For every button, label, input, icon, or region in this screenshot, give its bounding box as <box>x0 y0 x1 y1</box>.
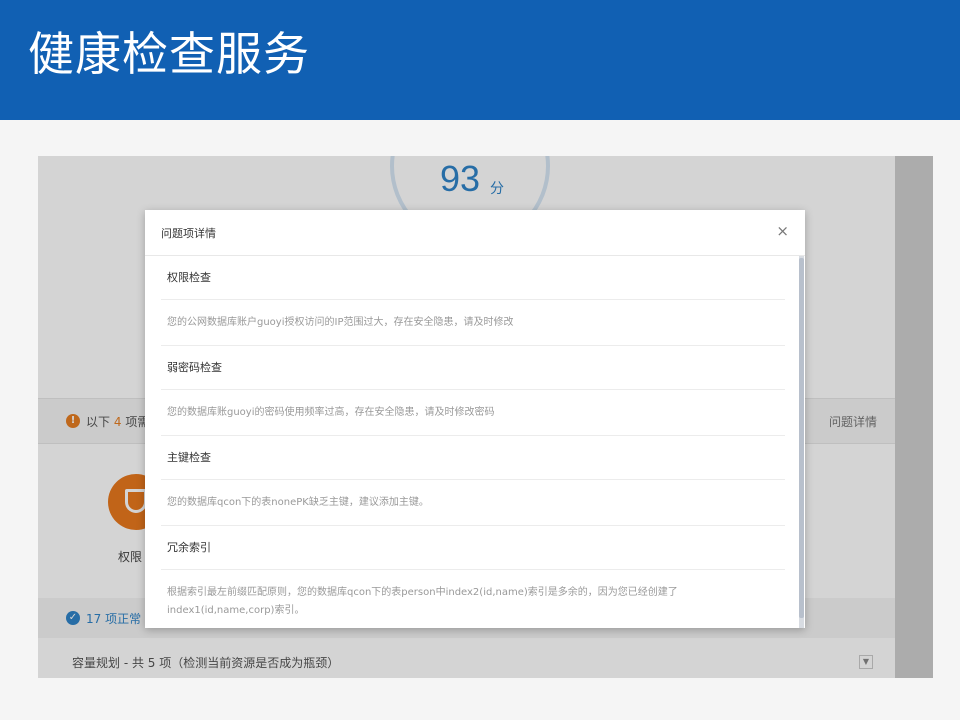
modal-header: 问题项详情 × <box>145 210 805 256</box>
issue-title-permission: 权限检查 <box>161 256 785 300</box>
issue-desc-primary-key: 您的数据库qcon下的表nonePK缺乏主键，建议添加主键。 <box>161 480 785 526</box>
issue-title-redundant-index: 冗余索引 <box>161 526 785 570</box>
issue-details-modal: 问题项详情 × 权限检查 您的公网数据库账户guoyi授权访问的IP范围过大，存… <box>145 210 805 628</box>
issue-desc-redundant-index: 根据索引最左前缀匹配原则，您的数据库qcon下的表person中index2(i… <box>161 570 785 628</box>
modal-body: 权限检查 您的公网数据库账户guoyi授权访问的IP范围过大，存在安全隐患，请及… <box>161 256 785 628</box>
modal-title: 问题项详情 <box>161 227 216 240</box>
slide-header: 健康检查服务 <box>0 0 960 120</box>
issue-desc-weak-password: 您的数据库账guoyi的密码使用频率过高，存在安全隐患，请及时修改密码 <box>161 390 785 436</box>
close-icon[interactable]: × <box>776 222 789 240</box>
slide-title: 健康检查服务 <box>28 27 310 81</box>
modal-scrollbar-thumb[interactable] <box>799 258 804 618</box>
issue-desc-permission: 您的公网数据库账户guoyi授权访问的IP范围过大，存在安全隐患，请及时修改 <box>161 300 785 346</box>
issue-title-weak-password: 弱密码检查 <box>161 346 785 390</box>
issue-title-primary-key: 主键检查 <box>161 436 785 480</box>
